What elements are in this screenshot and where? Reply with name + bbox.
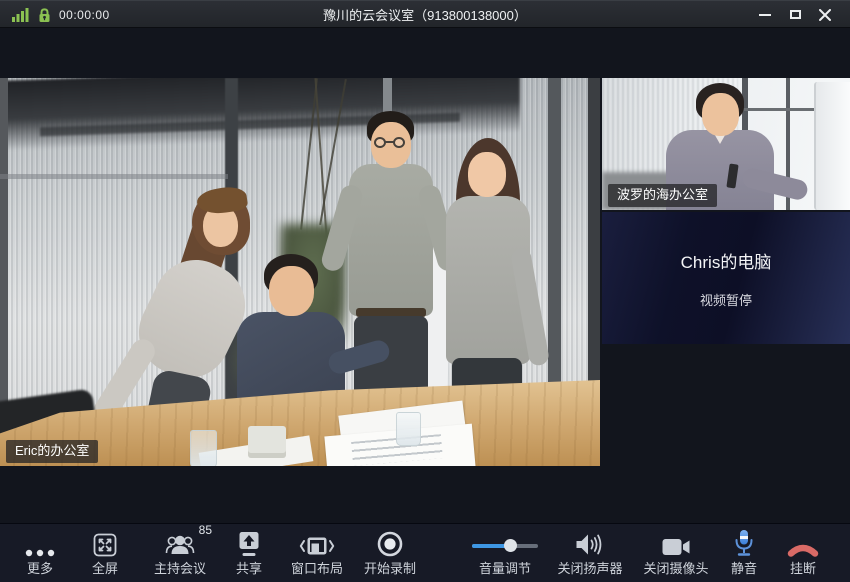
mute-button[interactable]: 静音 [714,524,774,582]
hangup-button[interactable]: 挂断 [773,524,833,582]
scene-person [393,137,405,148]
window-title: 豫川的云会议室（913800138000） [323,8,527,23]
participants-icon: 85 [165,523,212,558]
meeting-timer: 00:00:00 [59,7,110,22]
window-controls [750,1,840,28]
scene-person [385,141,394,143]
record-icon [376,524,404,558]
maximize-icon [789,10,801,19]
close-speaker-label: 关闭扬声器 [557,561,623,576]
volume-label: 音量调节 [478,561,531,576]
scene-person [468,152,506,197]
camera-icon [661,524,691,558]
video-label-main: Eric的办公室 [6,440,99,463]
minimize-icon [759,13,771,16]
video-tile-main[interactable]: Eric的办公室 [0,78,600,466]
app-window: 00:00:00 豫川的云会议室（913800138000） Eric的办公室 … [0,0,850,582]
share-label: 共享 [235,561,262,576]
maximize-button[interactable] [780,1,810,28]
hangup-phone-icon [787,524,819,558]
fullscreen-button[interactable]: 全屏 [75,524,135,582]
hangup-label: 挂断 [789,561,816,576]
host-meeting-label: 主持会议 [153,561,206,576]
participant-count-badge: 85 [198,523,212,537]
start-record-button[interactable]: 开始录制 [348,524,432,582]
volume-control[interactable]: 音量调节 [458,524,552,582]
start-record-label: 开始录制 [363,561,416,576]
microphone-icon [733,524,755,558]
close-button[interactable] [810,1,840,28]
lock-icon [39,7,50,22]
scene-person [349,164,433,316]
window-layout-label: 窗口布局 [290,561,343,576]
window-layout-icon [299,524,335,558]
scene-shape [190,430,217,466]
video-tile-paused[interactable]: Chris的电脑 视频暂停 [602,212,850,344]
titlebar-status: 00:00:00 [12,1,110,28]
video-label-side: 波罗的海办公室 [608,184,718,207]
share-button[interactable]: 共享 [219,524,279,582]
minimize-button[interactable] [750,1,780,28]
volume-thumb[interactable] [503,539,517,552]
fullscreen-label: 全屏 [91,561,118,576]
scene-shape [248,426,286,458]
scene-shape [0,174,228,179]
mute-label: 静音 [730,561,757,576]
signal-bars-icon [12,7,29,22]
close-icon [819,8,831,21]
scene-person [702,93,739,136]
more-dots-icon [24,524,56,558]
video-tile-side[interactable]: 波罗的海办公室 [602,78,850,210]
fullscreen-icon [92,524,118,558]
volume-slider[interactable] [472,539,538,552]
window-layout-button[interactable]: 窗口布局 [275,524,359,582]
scene-person [269,266,314,316]
close-camera-label: 关闭摄像头 [643,561,709,576]
paused-status-text: 视频暂停 [699,292,752,308]
scene-shape [814,82,850,210]
toolbar: 更多 全屏 85 主持会议 共享 窗口布局 开始录制 音量调节 关闭扬声器 关闭… [0,523,850,582]
host-meeting-button[interactable]: 85 主持会议 [138,523,222,582]
more-label: 更多 [26,561,53,576]
close-camera-button[interactable]: 关闭摄像头 [629,524,723,582]
more-button[interactable]: 更多 [10,524,70,582]
titlebar: 00:00:00 豫川的云会议室（913800138000） [0,0,850,28]
share-upload-icon [236,524,262,558]
paused-participant-name: Chris的电脑 [680,252,772,272]
close-speaker-button[interactable]: 关闭扬声器 [543,524,637,582]
speaker-icon [574,524,606,558]
scene-shape [396,412,421,446]
